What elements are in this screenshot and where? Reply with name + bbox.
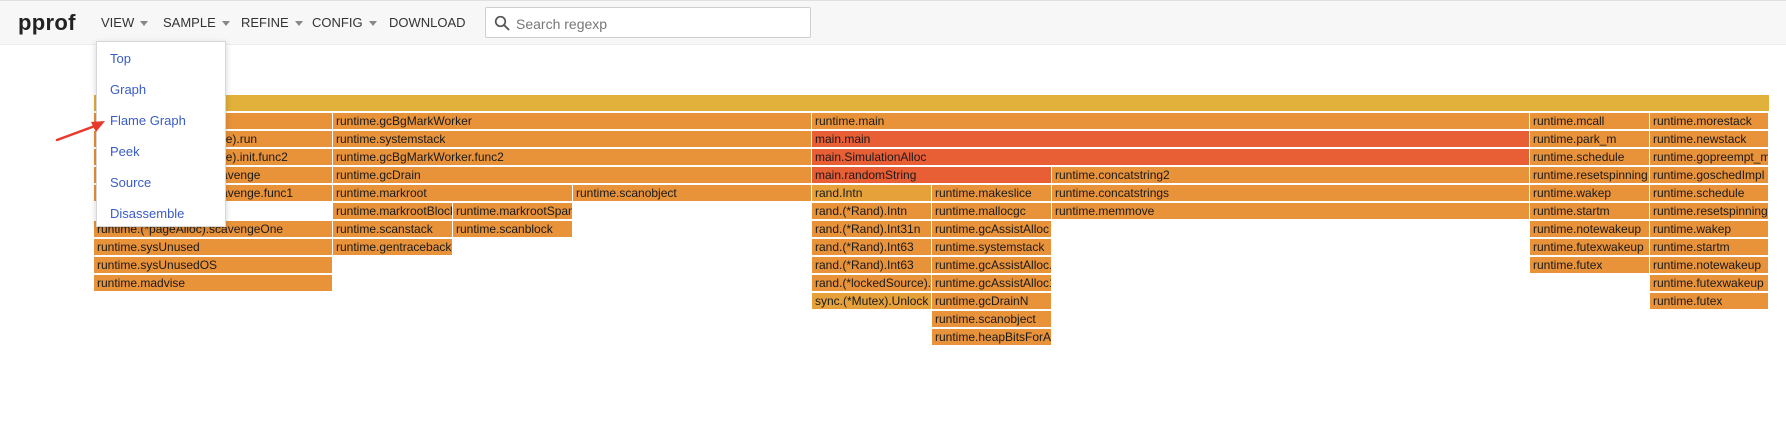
flame-frame[interactable]: runtime.concatstrings: [1052, 185, 1530, 201]
flame-frame[interactable]: runtime.markrootSpans: [453, 203, 573, 219]
flame-frame[interactable]: main.randomString: [812, 167, 1052, 183]
flame-frame[interactable]: runtime.schedule: [1650, 185, 1769, 201]
flame-frame[interactable]: runtime.notewakeup: [1650, 257, 1769, 273]
flame-frame[interactable]: runtime.startm: [1530, 203, 1650, 219]
flame-frame[interactable]: runtime.memmove: [1052, 203, 1530, 219]
flame-frame[interactable]: runtime.main: [812, 113, 1530, 129]
flame-frame[interactable]: runtime.sysUnused: [94, 239, 333, 255]
flame-frame[interactable]: runtime.goschedImpl: [1650, 167, 1769, 183]
view-menu-button[interactable]: VIEW: [101, 15, 149, 30]
flame-frame[interactable]: main.SimulationAlloc: [812, 149, 1530, 165]
flame-frame[interactable]: runtime.resetspinning: [1530, 167, 1650, 183]
search-icon: [494, 15, 510, 31]
chevron-down-icon: [140, 21, 149, 27]
flame-frame[interactable]: runtime.scanobject: [573, 185, 812, 201]
menu-item-source[interactable]: Source: [110, 175, 151, 190]
flame-frame[interactable]: runtime.gcAssistAlloc: [932, 221, 1052, 237]
flame-frame[interactable]: runtime.gcDrain: [333, 167, 812, 183]
flame-frame[interactable]: runtime.madvise: [94, 275, 333, 291]
flame-frame[interactable]: rand.(*Rand).Intn: [812, 203, 932, 219]
menu-item-flame-graph[interactable]: Flame Graph: [110, 113, 186, 128]
flame-frame[interactable]: runtime.futexwakeup: [1530, 239, 1650, 255]
flame-frame[interactable]: runtime.futex: [1530, 257, 1650, 273]
chevron-down-icon: [294, 21, 303, 27]
flame-frame[interactable]: runtime.scanobject: [932, 311, 1052, 327]
menu-item-graph[interactable]: Graph: [110, 82, 146, 97]
flame-frame[interactable]: rand.(*Rand).Int31n: [812, 221, 932, 237]
config-menu-button[interactable]: CONFIG: [312, 15, 377, 30]
pointer-arrow-icon: [55, 121, 105, 142]
flame-frame[interactable]: runtime.gentraceback: [333, 239, 453, 255]
flame-frame[interactable]: runtime.notewakeup: [1530, 221, 1650, 237]
menu-item-top[interactable]: Top: [110, 51, 131, 66]
flame-frame[interactable]: runtime.wakep: [1530, 185, 1650, 201]
flame-frame[interactable]: runtime.heapBitsForAddr: [932, 329, 1052, 345]
flame-frame[interactable]: rand.(*Rand).Int63: [812, 257, 932, 273]
flame-frame[interactable]: runtime.futex: [1650, 293, 1769, 309]
download-menu-button[interactable]: DOWNLOAD: [389, 15, 466, 30]
search-input[interactable]: [514, 12, 808, 35]
chevron-down-icon: [221, 21, 230, 27]
flame-frame[interactable]: runtime.makeslice: [932, 185, 1052, 201]
app-logo: pprof: [18, 10, 76, 35]
flame-frame[interactable]: runtime.mcall: [1530, 113, 1650, 129]
toolbar: pprof VIEW SAMPLE REFINE CONFIG DOWNLOAD: [0, 0, 1786, 45]
flame-frame[interactable]: runtime.gopreempt_m: [1650, 149, 1769, 165]
flame-frame[interactable]: runtime.newstack: [1650, 131, 1769, 147]
menu-item-peek[interactable]: Peek: [110, 144, 140, 159]
flame-frame[interactable]: runtime.gcBgMarkWorker.func2: [333, 149, 812, 165]
flame-frame[interactable]: main.main: [812, 131, 1530, 147]
flame-frame[interactable]: runtime.gcAssistAlloc1: [932, 275, 1052, 291]
sample-menu-button[interactable]: SAMPLE: [163, 15, 230, 30]
flame-frame[interactable]: runtime.systemstack: [932, 239, 1052, 255]
flame-frame[interactable]: runtime.markrootBlock: [333, 203, 453, 219]
flame-frame[interactable]: rand.Intn: [812, 185, 932, 201]
view-dropdown-menu: Top Graph Flame Graph Peek Source Disass…: [96, 41, 226, 227]
refine-menu-button[interactable]: REFINE: [241, 15, 303, 30]
flame-frame[interactable]: runtime.sysUnusedOS: [94, 257, 333, 273]
flame-frame[interactable]: runtime.park_m: [1530, 131, 1650, 147]
flame-frame[interactable]: runtime.gcDrainN: [932, 293, 1052, 309]
flame-frame[interactable]: runtime.startm: [1650, 239, 1769, 255]
flame-frame[interactable]: runtime.concatstring2: [1052, 167, 1530, 183]
sample-menu-label: SAMPLE: [163, 15, 216, 30]
flame-frame[interactable]: runtime.markroot: [333, 185, 573, 201]
flame-frame[interactable]: runtime.scanblock: [453, 221, 573, 237]
chevron-down-icon: [368, 21, 377, 27]
flame-frame[interactable]: runtime.systemstack: [333, 131, 812, 147]
flame-frame[interactable]: runtime.gcBgMarkWorker: [333, 113, 812, 129]
flame-frame[interactable]: runtime.resetspinning: [1650, 203, 1769, 219]
menu-item-disassemble[interactable]: Disassemble: [110, 206, 184, 221]
refine-menu-label: REFINE: [241, 15, 289, 30]
flame-frame[interactable]: runtime.schedule: [1530, 149, 1650, 165]
flame-frame[interactable]: runtime.mallocgc: [932, 203, 1052, 219]
flame-frame[interactable]: runtime.morestack: [1650, 113, 1769, 129]
search-box[interactable]: [485, 7, 811, 38]
flame-frame[interactable]: runtime.futexwakeup: [1650, 275, 1769, 291]
flame-frame[interactable]: runtime.scanstack: [333, 221, 453, 237]
flame-frame[interactable]: runtime.wakep: [1650, 221, 1769, 237]
flame-frame[interactable]: rand.(*Rand).Int63: [812, 239, 932, 255]
view-menu-label: VIEW: [101, 15, 135, 30]
flame-frame[interactable]: rand.(*lockedSource).Int63: [812, 275, 932, 291]
flame-root-frame[interactable]: [94, 95, 1769, 111]
flame-frame[interactable]: sync.(*Mutex).Unlock: [812, 293, 932, 309]
download-menu-label: DOWNLOAD: [389, 15, 466, 30]
flame-frame[interactable]: runtime.gcAssistAlloc.func1: [932, 257, 1052, 273]
config-menu-label: CONFIG: [312, 15, 363, 30]
